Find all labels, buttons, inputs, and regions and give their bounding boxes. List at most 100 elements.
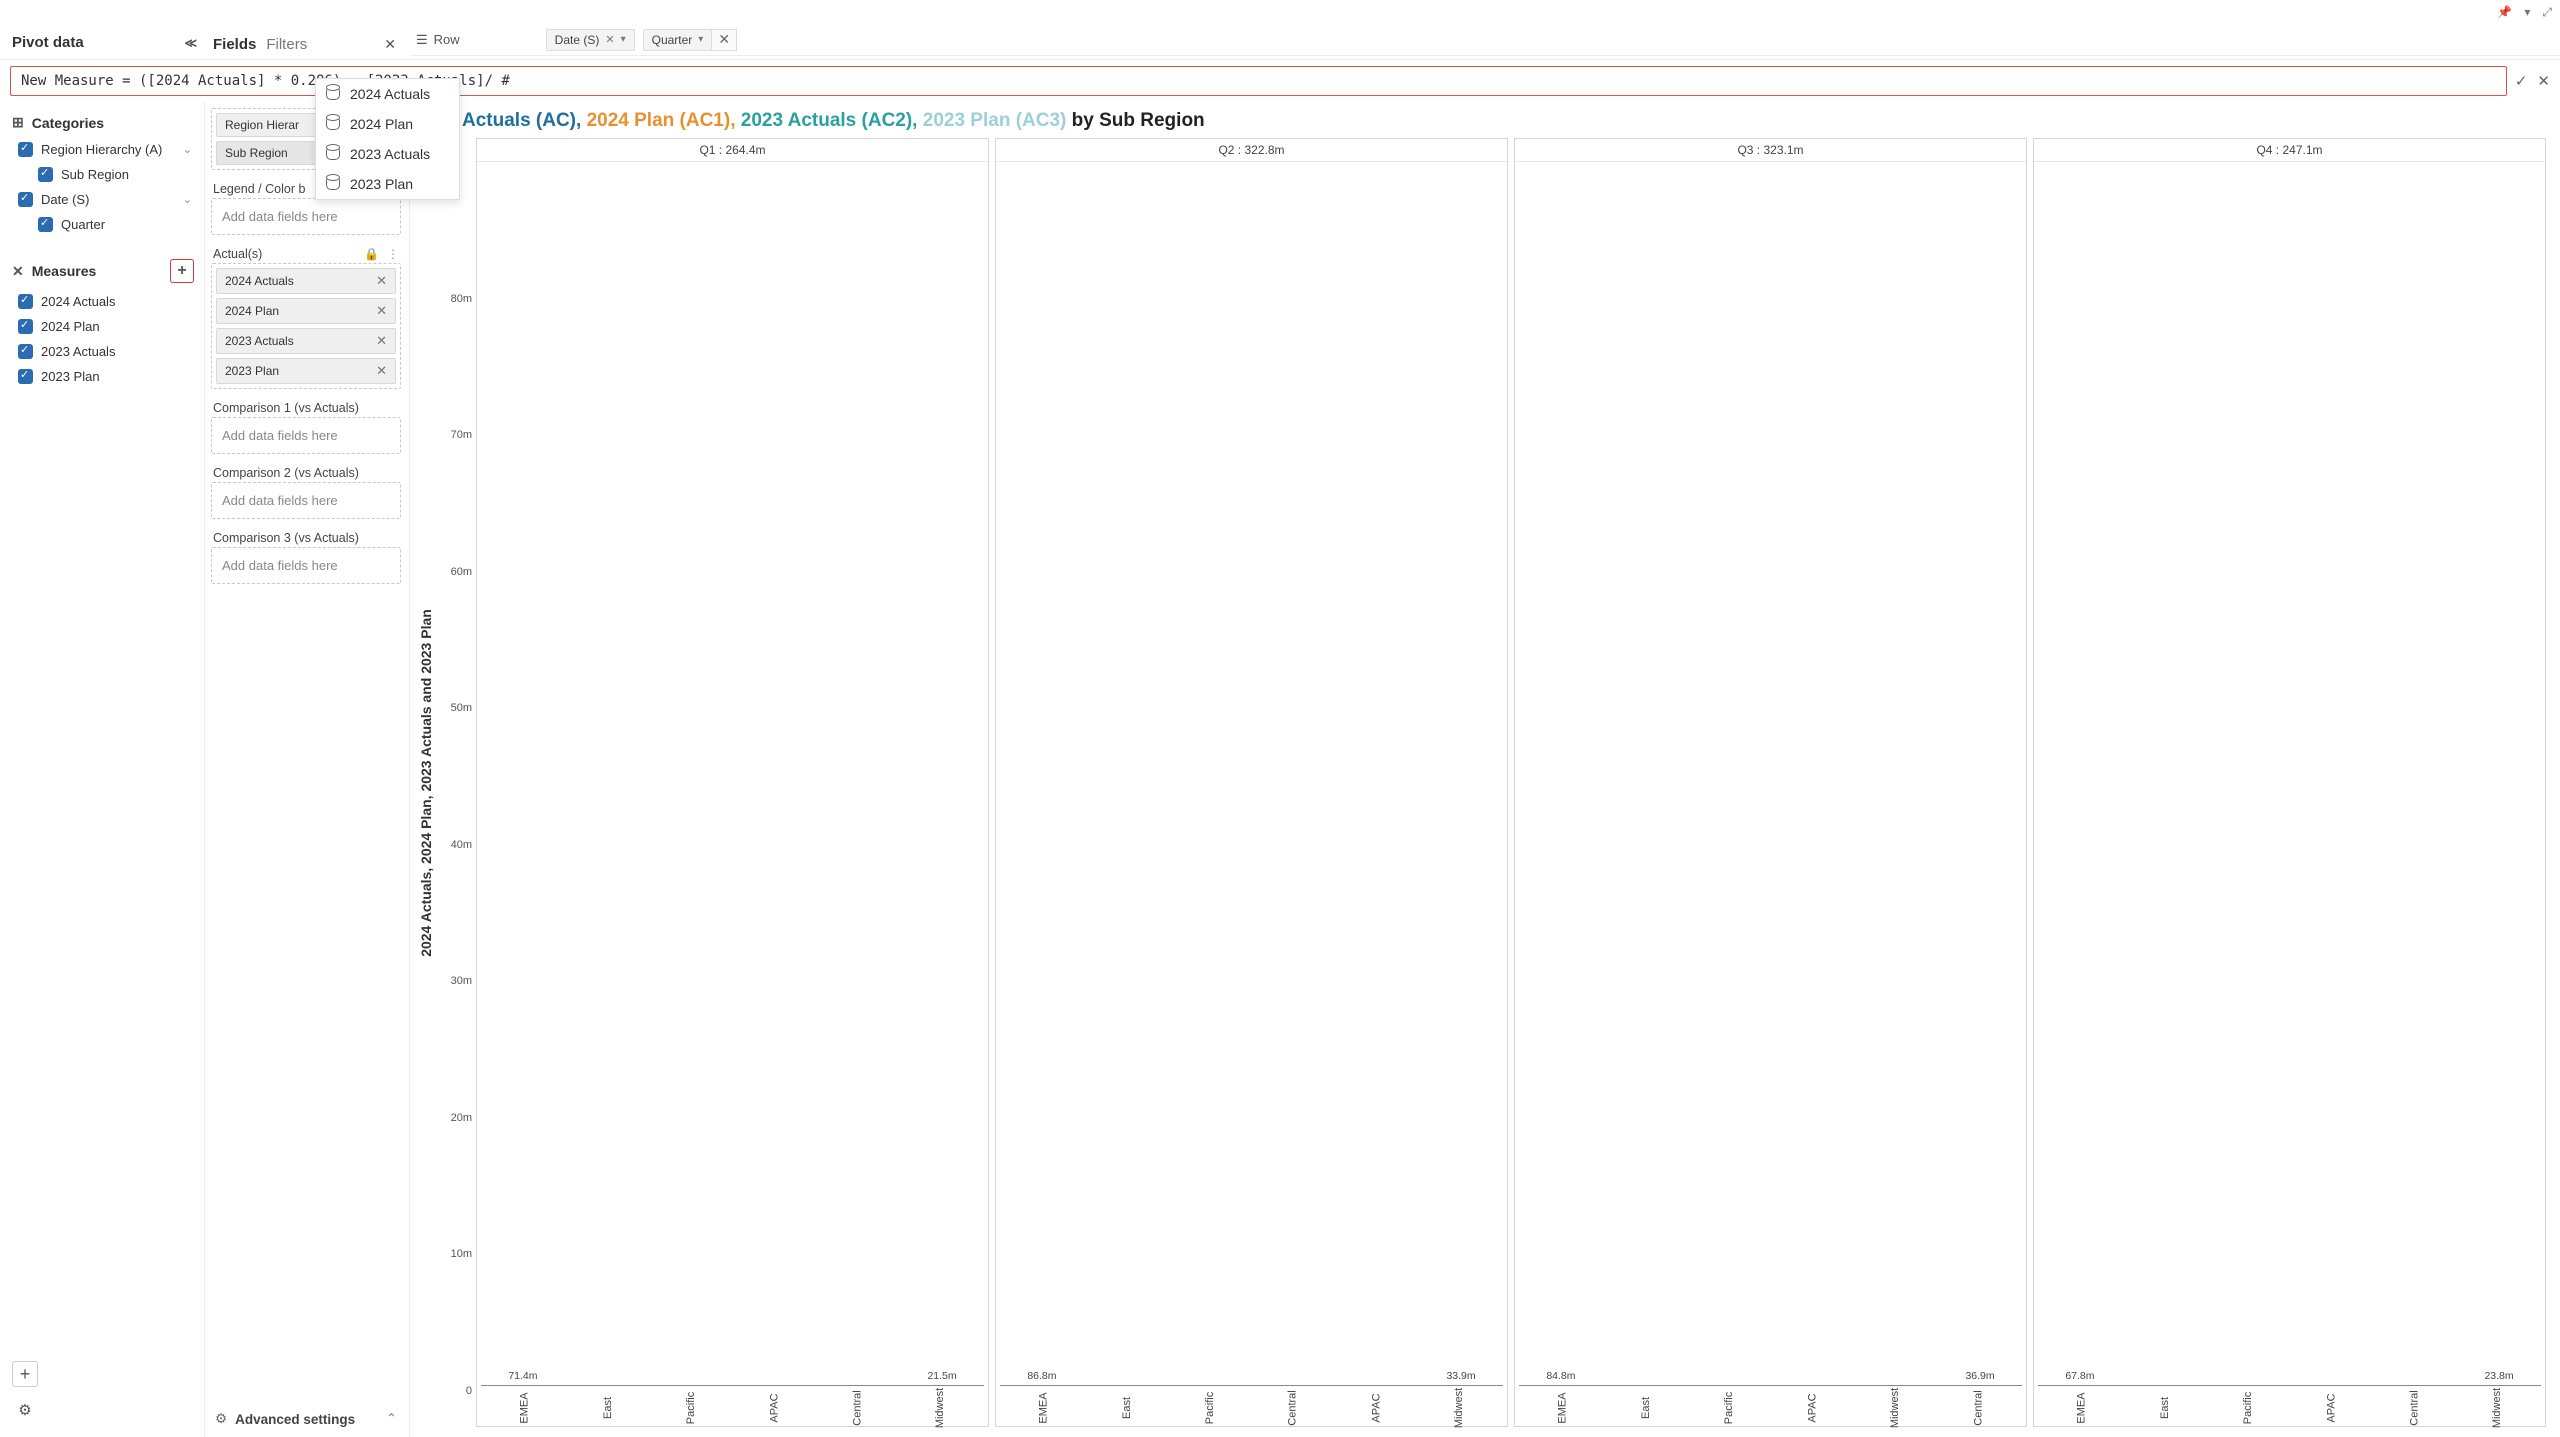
chart-panels: Q1 : 264.4m71.4m21.5mEMEAEastPacificAPAC… [476, 138, 2546, 1427]
x-axis-label: East [566, 1388, 649, 1426]
autocomplete-item[interactable]: 2024 Actuals [316, 79, 459, 109]
tab-filters[interactable]: Filters [266, 36, 307, 53]
legend-well[interactable]: Add data fields here [211, 198, 401, 235]
field-chip[interactable]: 2023 Actuals✕ [216, 328, 396, 354]
panel-title: Q1 : 264.4m [477, 139, 988, 162]
measure-item[interactable]: 2024 Plan [12, 314, 194, 339]
category-date[interactable]: Date (S) ⌄ [12, 187, 194, 212]
measures-header: ✕ Measures + [12, 253, 194, 289]
autocomplete-item[interactable]: 2024 Plan [316, 109, 459, 139]
add-measure-button[interactable]: + [170, 259, 194, 283]
value-label: 67.8m [2065, 1370, 2094, 1382]
x-axis-label: APAC [1771, 1388, 1854, 1426]
measure-item[interactable]: 2023 Plan [12, 364, 194, 389]
remove-chip-icon[interactable]: ✕ [368, 333, 387, 349]
checkbox-icon[interactable] [38, 217, 53, 232]
panel-title: Q3 : 323.1m [1515, 139, 2026, 162]
x-axis-label: Central [1252, 1388, 1335, 1426]
categories-header: ⊞ Categories [12, 108, 194, 137]
y-axis-ticks: 010m20m30m40m50m60m70m80m [438, 138, 476, 1427]
comp1-title: Comparison 1 (vs Actuals) [211, 397, 401, 417]
hierarchy-icon: ⊞ [12, 114, 24, 131]
category-region-hierarchy[interactable]: Region Hierarchy (A) ⌄ [12, 137, 194, 162]
checkbox-icon[interactable] [18, 192, 33, 207]
comp1-well[interactable]: Add data fields here [211, 417, 401, 454]
x-axis-label: APAC [733, 1388, 816, 1426]
pivot-title: Pivot data [12, 34, 84, 51]
collapse-left-icon[interactable]: ≪ [184, 36, 197, 50]
x-axis-label: Central [2373, 1388, 2456, 1426]
well-region-hierarchy: Region Hierar [225, 118, 299, 132]
database-icon [326, 118, 340, 130]
chevron-down-icon[interactable]: ⌄ [183, 143, 192, 156]
pill-date[interactable]: Date (S) ✕ ▾ [546, 29, 635, 51]
window-titlebar: 📌 ▾ ⤢ [0, 0, 2560, 24]
cancel-formula-icon[interactable]: ✕ [2537, 72, 2550, 90]
value-label: 23.8m [2484, 1370, 2513, 1382]
x-axis-label: East [1604, 1388, 1687, 1426]
advanced-settings-button[interactable]: ⚙ Advanced settings ⌃ [211, 1401, 401, 1437]
chart-title: Actuals (AC), 2024 Plan (AC1), 2023 Actu… [414, 106, 2546, 138]
database-icon [326, 148, 340, 160]
pivot-data-header: Pivot data ≪ [12, 30, 197, 55]
more-icon[interactable]: ⋮ [387, 247, 399, 261]
row-shelf: ☰ Row Date (S) ✕ ▾ Quarter ▾ ✕ [410, 24, 2560, 56]
add-button[interactable]: + [12, 1361, 38, 1387]
actuals-well[interactable]: 2024 Actuals✕ 2024 Plan✕ 2023 Actuals✕ 2023… [211, 263, 401, 389]
comp3-well[interactable]: Add data fields here [211, 547, 401, 584]
chevron-down-icon[interactable]: ▾ [621, 34, 626, 45]
checkbox-icon[interactable] [18, 369, 33, 384]
measure-item[interactable]: 2024 Actuals [12, 289, 194, 314]
chart-panel: Q2 : 322.8m86.8m33.9mEMEAEastPacificCent… [995, 138, 1508, 1427]
field-chip[interactable]: 2024 Actuals✕ [216, 268, 396, 294]
confirm-formula-icon[interactable]: ✓ [2515, 72, 2528, 90]
close-pill-icon[interactable]: ✕ [712, 29, 737, 51]
x-axis-label: Midwest [1418, 1388, 1501, 1426]
list-icon: ☰ [416, 32, 428, 48]
x-axis-label: Midwest [2456, 1388, 2539, 1426]
x-axis-label: Midwest [1854, 1388, 1937, 1426]
close-fields-panel-icon[interactable]: ✕ [378, 34, 402, 55]
measure-item[interactable]: 2023 Actuals [12, 339, 194, 364]
x-axis-label: Pacific [649, 1388, 732, 1426]
checkbox-icon[interactable] [18, 294, 33, 309]
chart-panel: Q4 : 247.1m67.8m23.8mEMEAEastPacificAPAC… [2033, 138, 2546, 1427]
value-label: 33.9m [1446, 1370, 1475, 1382]
comp2-title: Comparison 2 (vs Actuals) [211, 462, 401, 482]
settings-tool-icon[interactable]: ⚙ [12, 1397, 38, 1423]
checkbox-icon[interactable] [18, 142, 33, 157]
filter-icon[interactable]: ▾ [2524, 5, 2530, 19]
autocomplete-item[interactable]: 2023 Plan [316, 169, 459, 199]
remove-icon[interactable]: ✕ [605, 33, 614, 46]
x-axis-label: East [2123, 1388, 2206, 1426]
expand-icon[interactable]: ⤢ [2542, 5, 2552, 20]
field-chip[interactable]: 2024 Plan✕ [216, 298, 396, 324]
pill-quarter[interactable]: Quarter ▾ [643, 29, 713, 51]
panel-title: Q4 : 247.1m [2034, 139, 2545, 162]
remove-chip-icon[interactable]: ✕ [368, 363, 387, 379]
x-axis-label: EMEA [2040, 1388, 2123, 1426]
category-quarter[interactable]: Quarter [12, 212, 194, 237]
checkbox-icon[interactable] [18, 319, 33, 334]
checkbox-icon[interactable] [38, 167, 53, 182]
x-axis-label: Midwest [899, 1388, 982, 1426]
remove-chip-icon[interactable]: ✕ [368, 273, 387, 289]
pin-icon[interactable]: 📌 [2497, 5, 2512, 19]
checkbox-icon[interactable] [18, 344, 33, 359]
remove-chip-icon[interactable]: ✕ [368, 303, 387, 319]
chevron-down-icon[interactable]: ▾ [698, 34, 703, 45]
measures-icon: ✕ [12, 263, 24, 280]
comp2-well[interactable]: Add data fields here [211, 482, 401, 519]
autocomplete-item[interactable]: 2023 Actuals [316, 139, 459, 169]
category-sub-region[interactable]: Sub Region [12, 162, 194, 187]
x-axis-label: Central [816, 1388, 899, 1426]
chevron-down-icon[interactable]: ⌄ [183, 193, 192, 206]
comp3-title: Comparison 3 (vs Actuals) [211, 527, 401, 547]
value-label: 71.4m [508, 1370, 537, 1382]
field-chip[interactable]: 2023 Plan✕ [216, 358, 396, 384]
x-axis-label: Pacific [1687, 1388, 1770, 1426]
formula-autocomplete[interactable]: 2024 Actuals2024 Plan2023 Actuals2023 Pl… [315, 78, 460, 200]
x-axis-label: Pacific [2206, 1388, 2289, 1426]
tab-fields[interactable]: Fields [213, 36, 256, 53]
x-axis-label: EMEA [1521, 1388, 1604, 1426]
